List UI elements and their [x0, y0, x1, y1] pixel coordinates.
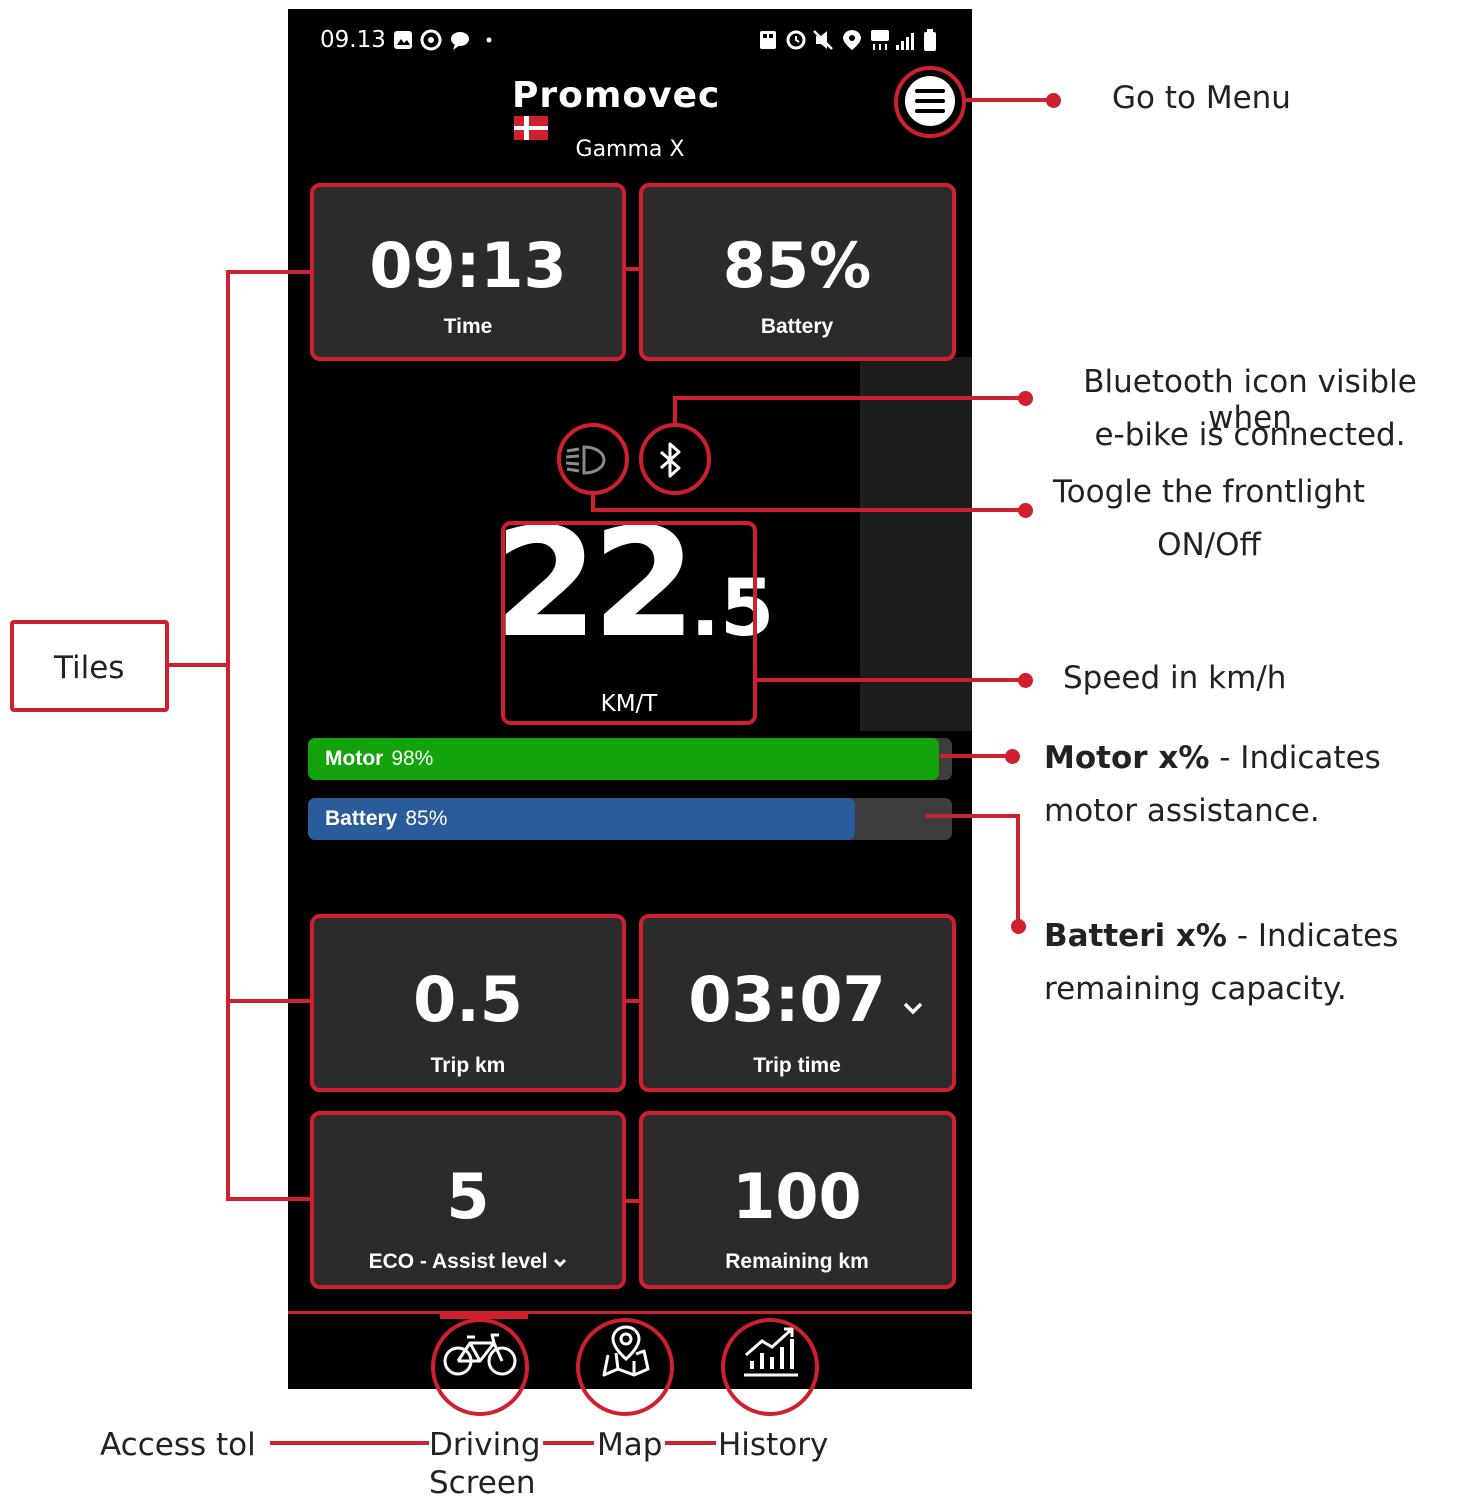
status-time: 09.13	[320, 27, 386, 53]
nav-divider	[288, 1311, 972, 1314]
annotation-battery-bold: Batteri x%	[1044, 918, 1227, 954]
annotation-map: Map	[594, 1427, 666, 1463]
annotation-speed: Speed in km/h	[1063, 660, 1287, 696]
highlight-menu	[894, 66, 966, 138]
battery-bar-value: 85%	[405, 807, 448, 830]
highlight-speed	[501, 521, 757, 725]
battery-bar: Battery 85%	[308, 798, 952, 840]
battery-bar-name: Battery	[325, 807, 398, 830]
highlight-nav-map	[576, 1318, 674, 1416]
annotation-motor-bold: Motor x%	[1044, 740, 1210, 776]
motor-bar-value: 98%	[391, 747, 434, 770]
highlight-tile-trip-time	[639, 914, 956, 1092]
highlight-bluetooth	[639, 423, 711, 495]
annotation-light-line2: ON/Off	[1157, 527, 1261, 563]
annotation-light-line1: Toogle the frontlight	[1053, 474, 1365, 510]
annotation-battery: Batteri x% - Indicates	[1044, 918, 1398, 954]
motor-bar: Motor 98%	[308, 738, 952, 780]
highlight-tile-trip-km	[310, 914, 626, 1092]
side-panel	[860, 357, 972, 731]
brand-name: Promovec	[512, 75, 721, 116]
annotation-motor-line2: motor assistance.	[1044, 793, 1320, 829]
brand-logo: Promovec	[512, 75, 752, 140]
annotation-bluetooth-line2: e-bike is connected.	[1094, 417, 1406, 453]
highlight-frontlight	[557, 423, 629, 495]
annotation-tiles: Tiles	[54, 650, 125, 686]
highlight-tile-battery	[639, 183, 956, 361]
highlight-tile-remaining	[639, 1111, 956, 1289]
annotation-battery-line2: remaining capacity.	[1044, 971, 1347, 1007]
annotation-driving-line2: Screen	[429, 1465, 536, 1501]
bike-model: Gamma X	[575, 137, 685, 162]
status-system-icons	[758, 27, 944, 58]
annotation-history: History	[716, 1427, 829, 1463]
motor-bar-name: Motor	[325, 747, 384, 770]
annotation-motor: Motor x% - Indicates	[1044, 740, 1381, 776]
highlight-tile-assist	[310, 1111, 626, 1289]
annotation-battery-rest: - Indicates	[1226, 918, 1399, 954]
status-notification-icons	[392, 29, 492, 56]
annotation-access: Access tol	[100, 1427, 256, 1463]
highlight-tile-time	[310, 183, 626, 361]
annotation-motor-rest: - Indicates	[1209, 740, 1381, 776]
annotation-driving-line1: Driving	[429, 1427, 543, 1463]
highlight-nav-bike	[431, 1318, 529, 1416]
highlight-nav-history	[721, 1318, 819, 1416]
annotation-menu: Go to Menu	[1112, 80, 1291, 116]
